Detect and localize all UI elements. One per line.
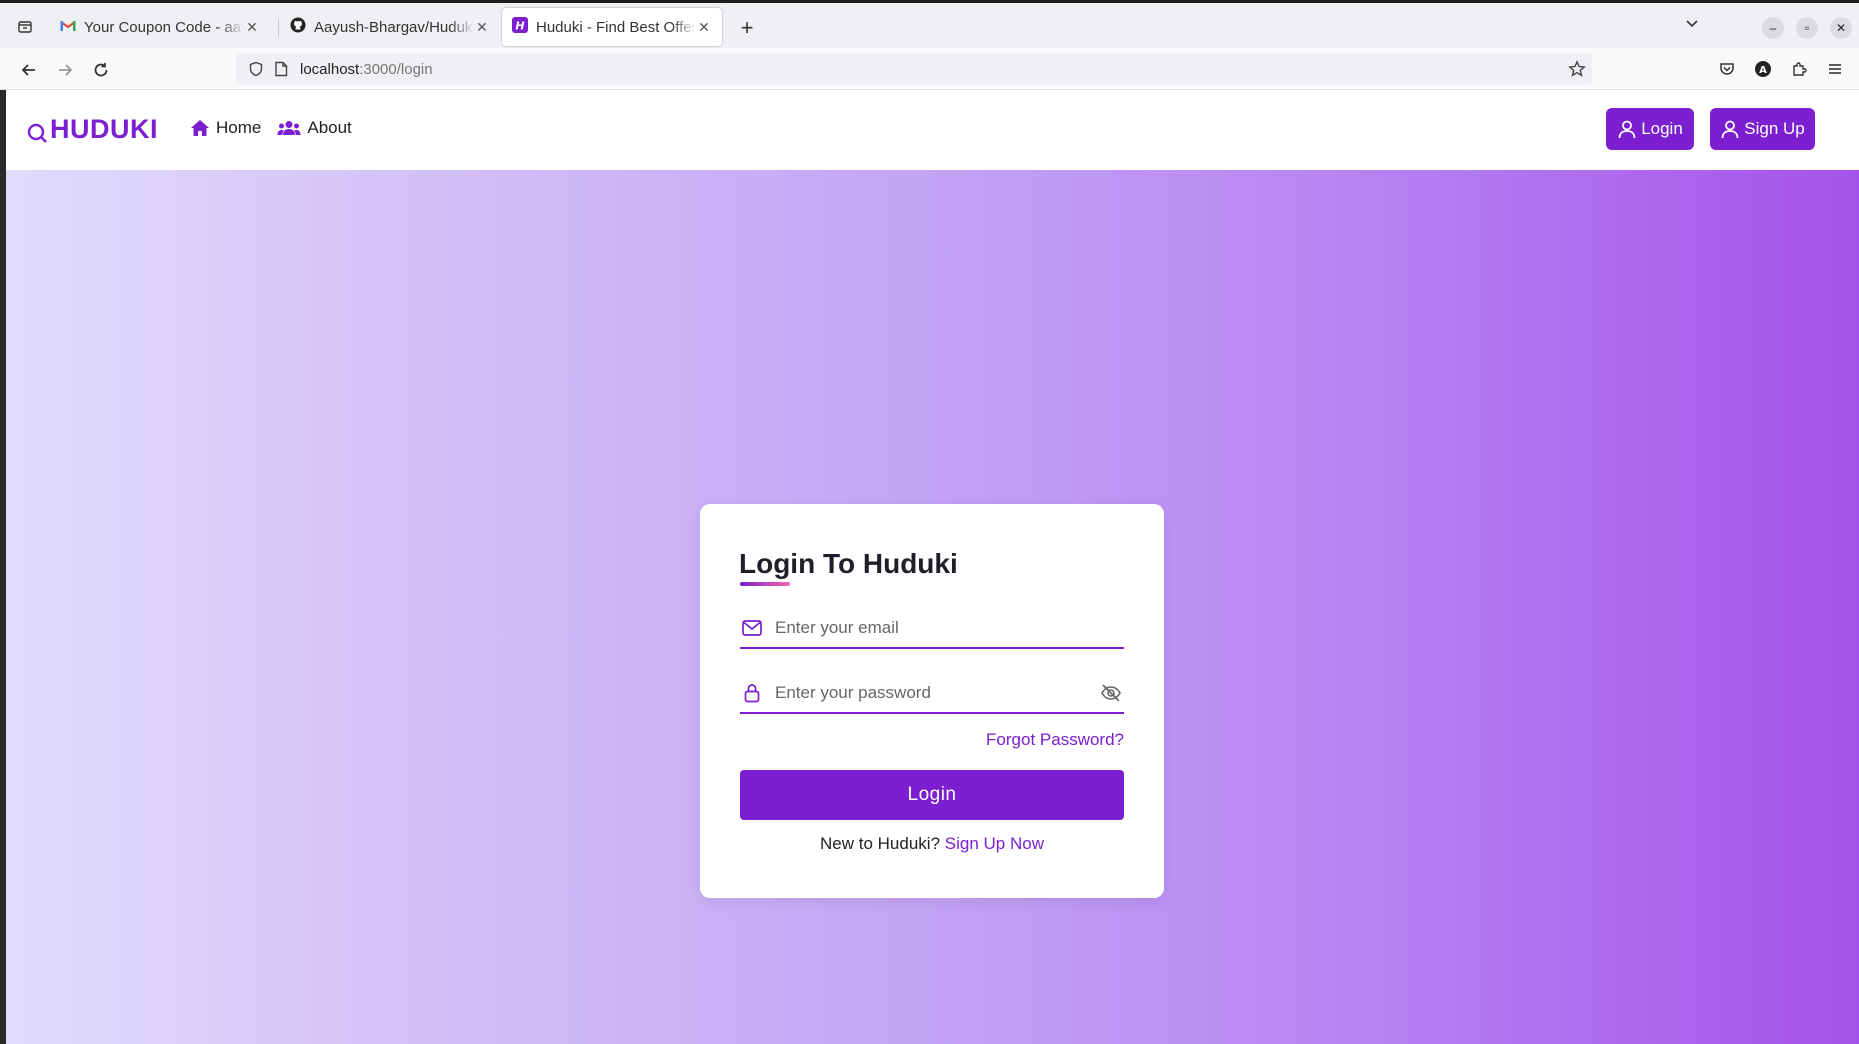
new-user-text: New to Huduki?	[820, 834, 941, 853]
site-logo[interactable]: HUDUKI	[26, 114, 158, 145]
title-underline	[740, 582, 790, 586]
home-icon	[190, 119, 210, 137]
close-window-icon[interactable]: ✕	[1830, 17, 1852, 39]
email-input[interactable]	[775, 618, 1124, 638]
account-avatar-icon[interactable]: A	[1750, 56, 1776, 82]
list-all-tabs-chevron-icon[interactable]	[1684, 15, 1700, 36]
header-login-label: Login	[1641, 119, 1683, 138]
tab-close-icon[interactable]: ✕	[474, 19, 490, 36]
tab-title: Huduki - Find Best Offers	[536, 18, 696, 36]
nav-about-link[interactable]: About	[277, 118, 352, 138]
forgot-password-link[interactable]: Forgot Password?	[986, 730, 1124, 750]
back-arrow-icon[interactable]	[15, 56, 43, 84]
browser-tab-huduki[interactable]: H Huduki - Find Best Offers ✕	[502, 8, 722, 46]
nav-home-label: Home	[216, 118, 262, 137]
github-icon	[290, 17, 306, 37]
login-title: Login To Huduki	[739, 548, 958, 579]
signup-now-link[interactable]: Sign Up Now	[945, 834, 1044, 853]
users-icon	[277, 120, 301, 136]
envelope-icon	[740, 620, 764, 636]
extensions-puzzle-icon[interactable]	[1786, 56, 1812, 82]
browser-nav-bar: localhost:3000/login A	[0, 48, 1859, 90]
header-signup-label: Sign Up	[1744, 119, 1805, 138]
password-field[interactable]	[740, 674, 1124, 714]
tab-close-icon[interactable]: ✕	[244, 19, 260, 36]
forward-arrow-icon[interactable]	[51, 56, 79, 84]
url-text: localhost:3000/login	[300, 61, 433, 78]
tab-close-icon[interactable]: ✕	[696, 19, 712, 36]
browser-tab-gmail[interactable]: Your Coupon Code - aayush ✕	[50, 8, 270, 46]
header-signup-button[interactable]: Sign Up	[1710, 108, 1815, 150]
reload-icon[interactable]	[87, 56, 115, 84]
site-header: HUDUKI Home About Login Sign Up	[6, 90, 1859, 170]
address-bar[interactable]: localhost:3000/login	[236, 53, 1592, 85]
main-nav: Home About	[190, 118, 352, 138]
logo-text: HUDUKI	[50, 114, 158, 144]
user-icon	[1617, 119, 1637, 139]
pocket-icon[interactable]	[1714, 56, 1740, 82]
svg-text:A: A	[1759, 65, 1767, 76]
signup-prompt: New to Huduki? Sign Up Now	[700, 834, 1164, 854]
browser-tab-github[interactable]: Aayush-Bhargav/Huduki-Find ✕	[280, 8, 500, 46]
header-login-button[interactable]: Login	[1606, 108, 1694, 150]
url-host: localhost	[300, 60, 360, 78]
new-tab-plus-icon[interactable]: +	[734, 15, 760, 41]
search-icon	[26, 122, 48, 144]
lock-icon	[740, 683, 764, 703]
tab-title: Your Coupon Code - aayush	[84, 18, 244, 36]
password-input[interactable]	[775, 683, 1098, 703]
hamburger-menu-icon[interactable]	[1822, 56, 1848, 82]
user-icon	[1720, 119, 1740, 139]
nav-home-link[interactable]: Home	[190, 118, 261, 138]
login-submit-button[interactable]: Login	[740, 770, 1124, 820]
nav-about-label: About	[307, 118, 352, 137]
tab-divider	[278, 19, 279, 37]
shield-icon[interactable]	[248, 61, 264, 77]
bookmark-star-icon[interactable]	[1568, 60, 1586, 78]
tab-title: Aayush-Bhargav/Huduki-Find	[314, 18, 474, 36]
minimize-window-icon[interactable]: –	[1762, 17, 1784, 39]
huduki-favicon: H	[512, 17, 528, 37]
restore-window-icon[interactable]: ▫	[1796, 17, 1818, 39]
browser-tab-bar: Your Coupon Code - aayush ✕ Aayush-Bharg…	[0, 0, 1859, 48]
page-viewport: HUDUKI Home About Login Sign Up Login To…	[6, 90, 1859, 1044]
eye-slash-icon[interactable]	[1098, 683, 1124, 703]
tab-overview-icon[interactable]	[10, 13, 40, 41]
email-field[interactable]	[740, 609, 1124, 649]
login-section: Login To Huduki Forgot Password? Login	[6, 170, 1859, 1044]
svg-text:H: H	[515, 20, 524, 33]
page-info-icon[interactable]	[274, 61, 288, 77]
gmail-icon	[60, 19, 76, 36]
login-card: Login To Huduki Forgot Password? Login	[700, 504, 1164, 898]
url-path: :3000/login	[359, 60, 433, 78]
